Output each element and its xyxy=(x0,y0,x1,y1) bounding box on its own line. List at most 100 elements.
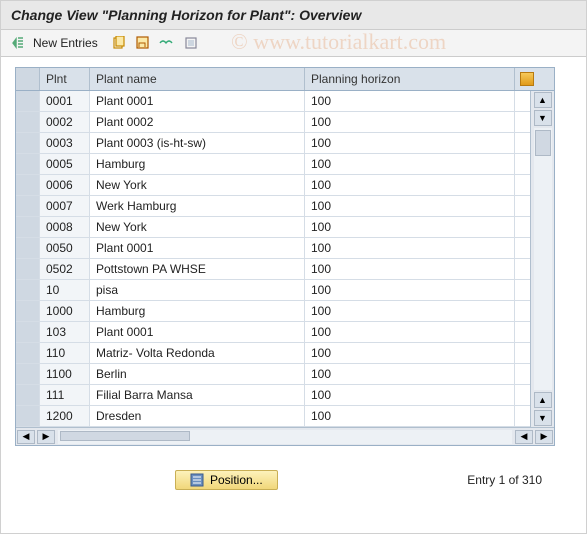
cell-plnt[interactable]: 103 xyxy=(40,322,90,342)
column-header-plnt[interactable]: Plnt xyxy=(40,68,90,90)
table-row[interactable]: 0502Pottstown PA WHSE100 xyxy=(16,259,530,280)
cell-planning-horizon[interactable]: 100 xyxy=(305,259,515,279)
column-header-plant-name[interactable]: Plant name xyxy=(90,68,305,90)
table-row[interactable]: 0006New York100 xyxy=(16,175,530,196)
scroll-up-button[interactable]: ▲ xyxy=(534,92,552,108)
cell-planning-horizon[interactable]: 100 xyxy=(305,343,515,363)
cell-plnt[interactable]: 0002 xyxy=(40,112,90,132)
cell-plant-name[interactable]: Plant 0001 xyxy=(90,238,305,258)
cell-planning-horizon[interactable]: 100 xyxy=(305,196,515,216)
cell-plnt[interactable]: 0001 xyxy=(40,91,90,111)
cell-plnt[interactable]: 0005 xyxy=(40,154,90,174)
table-row[interactable]: 0003Plant 0003 (is-ht-sw)100 xyxy=(16,133,530,154)
cell-plant-name[interactable]: Plant 0001 xyxy=(90,91,305,111)
cell-plant-name[interactable]: Plant 0003 (is-ht-sw) xyxy=(90,133,305,153)
scroll-left-end-button[interactable]: ◀ xyxy=(515,430,533,444)
table-row[interactable]: 0007Werk Hamburg100 xyxy=(16,196,530,217)
cell-planning-horizon[interactable]: 100 xyxy=(305,238,515,258)
table-row[interactable]: 0050Plant 0001100 xyxy=(16,238,530,259)
row-selector[interactable] xyxy=(16,259,40,279)
vscroll-thumb[interactable] xyxy=(535,130,551,156)
cell-planning-horizon[interactable]: 100 xyxy=(305,217,515,237)
cell-plnt[interactable]: 0502 xyxy=(40,259,90,279)
row-selector[interactable] xyxy=(16,343,40,363)
cell-plnt[interactable]: 1000 xyxy=(40,301,90,321)
copy-icon[interactable] xyxy=(110,34,128,52)
cell-plant-name[interactable]: Plant 0002 xyxy=(90,112,305,132)
row-selector[interactable] xyxy=(16,112,40,132)
cell-plnt[interactable]: 111 xyxy=(40,385,90,405)
cell-plnt[interactable]: 0006 xyxy=(40,175,90,195)
cell-plant-name[interactable]: Matriz- Volta Redonda xyxy=(90,343,305,363)
cell-planning-horizon[interactable]: 100 xyxy=(305,406,515,426)
scroll-bottom-up-button[interactable]: ▲ xyxy=(534,392,552,408)
table-row[interactable]: 110Matriz- Volta Redonda100 xyxy=(16,343,530,364)
row-selector[interactable] xyxy=(16,364,40,384)
select-all-icon[interactable] xyxy=(182,34,200,52)
row-selector[interactable] xyxy=(16,154,40,174)
row-selector[interactable] xyxy=(16,406,40,426)
grid-select-all-header[interactable] xyxy=(16,68,40,90)
row-selector[interactable] xyxy=(16,217,40,237)
cell-plnt[interactable]: 110 xyxy=(40,343,90,363)
cell-plant-name[interactable]: Berlin xyxy=(90,364,305,384)
cell-plant-name[interactable]: Pottstown PA WHSE xyxy=(90,259,305,279)
cell-plant-name[interactable]: pisa xyxy=(90,280,305,300)
cell-plant-name[interactable]: Filial Barra Mansa xyxy=(90,385,305,405)
cell-planning-horizon[interactable]: 100 xyxy=(305,133,515,153)
hscroll-thumb[interactable] xyxy=(60,431,190,441)
table-row[interactable]: 0002Plant 0002100 xyxy=(16,112,530,133)
row-selector[interactable] xyxy=(16,238,40,258)
cell-plant-name[interactable]: Plant 0001 xyxy=(90,322,305,342)
table-row[interactable]: 0005Hamburg100 xyxy=(16,154,530,175)
table-row[interactable]: 0001Plant 0001100 xyxy=(16,91,530,112)
row-selector[interactable] xyxy=(16,175,40,195)
cell-plant-name[interactable]: New York xyxy=(90,217,305,237)
position-button[interactable]: Position... xyxy=(175,470,278,490)
row-selector[interactable] xyxy=(16,385,40,405)
row-selector[interactable] xyxy=(16,280,40,300)
row-selector[interactable] xyxy=(16,322,40,342)
table-row[interactable]: 1100Berlin100 xyxy=(16,364,530,385)
scroll-right-step-button[interactable]: ▶ xyxy=(37,430,55,444)
table-row[interactable]: 103Plant 0001100 xyxy=(16,322,530,343)
cell-plnt[interactable]: 1100 xyxy=(40,364,90,384)
cell-plnt[interactable]: 10 xyxy=(40,280,90,300)
row-selector[interactable] xyxy=(16,196,40,216)
copy-as-icon[interactable] xyxy=(134,34,152,52)
scroll-right-button[interactable]: ▶ xyxy=(535,430,553,444)
cell-plant-name[interactable]: Hamburg xyxy=(90,301,305,321)
cell-plant-name[interactable]: New York xyxy=(90,175,305,195)
cell-planning-horizon[interactable]: 100 xyxy=(305,154,515,174)
row-selector[interactable] xyxy=(16,91,40,111)
horizontal-scrollbar[interactable]: ◀ ▶ ◀ ▶ xyxy=(16,427,554,445)
row-selector[interactable] xyxy=(16,133,40,153)
scroll-left-button[interactable]: ◀ xyxy=(17,430,35,444)
vscroll-track[interactable] xyxy=(534,128,552,390)
vertical-scrollbar[interactable]: ▲ ▼ ▲ ▼ xyxy=(530,91,554,427)
cell-plant-name[interactable]: Werk Hamburg xyxy=(90,196,305,216)
table-row[interactable]: 1000Hamburg100 xyxy=(16,301,530,322)
toggle-icon[interactable] xyxy=(9,34,27,52)
cell-plnt[interactable]: 0003 xyxy=(40,133,90,153)
column-header-planning-horizon[interactable]: Planning horizon xyxy=(305,68,515,90)
cell-planning-horizon[interactable]: 100 xyxy=(305,175,515,195)
table-row[interactable]: 1200Dresden100 xyxy=(16,406,530,427)
cell-planning-horizon[interactable]: 100 xyxy=(305,322,515,342)
cell-plnt[interactable]: 0007 xyxy=(40,196,90,216)
cell-plnt[interactable]: 0008 xyxy=(40,217,90,237)
undo-change-icon[interactable] xyxy=(158,34,176,52)
table-row[interactable]: 10pisa100 xyxy=(16,280,530,301)
cell-planning-horizon[interactable]: 100 xyxy=(305,301,515,321)
scroll-down-button[interactable]: ▼ xyxy=(534,110,552,126)
cell-planning-horizon[interactable]: 100 xyxy=(305,385,515,405)
scroll-bottom-down-button[interactable]: ▼ xyxy=(534,410,552,426)
table-row[interactable]: 0008New York100 xyxy=(16,217,530,238)
cell-planning-horizon[interactable]: 100 xyxy=(305,364,515,384)
hscroll-track[interactable] xyxy=(58,430,512,444)
cell-planning-horizon[interactable]: 100 xyxy=(305,91,515,111)
cell-planning-horizon[interactable]: 100 xyxy=(305,112,515,132)
table-row[interactable]: 111Filial Barra Mansa100 xyxy=(16,385,530,406)
cell-plant-name[interactable]: Dresden xyxy=(90,406,305,426)
cell-plnt[interactable]: 0050 xyxy=(40,238,90,258)
